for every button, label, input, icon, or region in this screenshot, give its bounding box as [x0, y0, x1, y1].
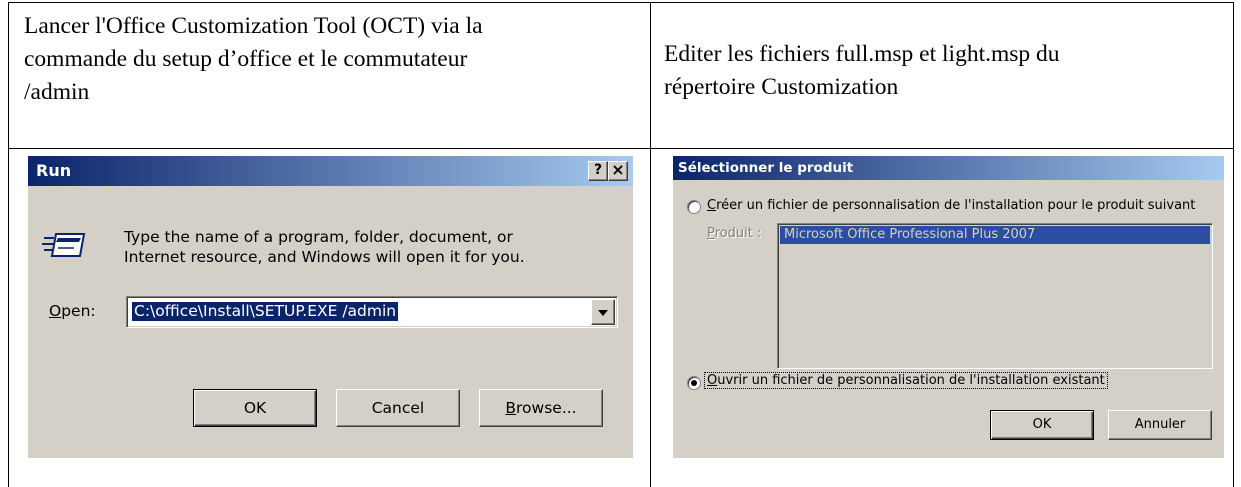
browse-button[interactable]: Browse...	[479, 389, 603, 427]
create-option-label[interactable]: Créer un fichier de personnalisation de …	[707, 198, 1195, 213]
open-label-text: uvrir un fichier de personnalisation de …	[717, 373, 1105, 388]
product-list-item-label: Microsoft Office Professional Plus 2007	[784, 227, 1036, 242]
product-label-text: roduit :	[714, 226, 762, 241]
table-border-top	[8, 2, 1234, 3]
open-label-access-key: O	[49, 302, 62, 320]
product-listbox[interactable]: Microsoft Office Professional Plus 2007	[777, 223, 1213, 369]
close-button[interactable]: ×	[608, 161, 628, 181]
instruction-line: Lancer l'Office Customization Tool (OCT)…	[24, 13, 483, 39]
cancel-button[interactable]: Cancel	[336, 389, 460, 427]
run-message-line: Internet resource, and Windows will open…	[124, 248, 525, 266]
instruction-line: /admin	[24, 79, 90, 105]
product-label: Produit :	[707, 226, 761, 241]
create-access-key: C	[707, 198, 717, 213]
product-access-key: P	[707, 226, 715, 241]
table-border-center	[650, 2, 651, 487]
open-label: Open:	[49, 302, 96, 320]
open-combobox[interactable]: C:\office\Install\SETUP.EXE /admin	[126, 296, 618, 328]
instruction-edit-msp: Editer les fichiers full.msp et light.ms…	[664, 38, 1060, 104]
browse-access-key: B	[505, 399, 517, 417]
browse-button-label: Browse...	[480, 390, 602, 426]
table-border-middle	[8, 148, 1234, 149]
create-label-text: réer un fichier de personnalisation de l…	[716, 198, 1196, 213]
instruction-launch-oct: Lancer l'Office Customization Tool (OCT)…	[24, 10, 483, 109]
product-cancel-button[interactable]: Annuler	[1108, 410, 1212, 440]
instruction-line: commande du setup d’office et le commuta…	[24, 46, 468, 72]
help-button[interactable]: ?	[588, 161, 608, 181]
radio-selected-dot	[691, 380, 697, 386]
open-input[interactable]: C:\office\Install\SETUP.EXE /admin	[132, 302, 399, 321]
run-dialog: Run ? × Type the name of a program, fold…	[28, 156, 633, 458]
instruction-line: répertoire Customization	[664, 74, 899, 100]
ok-button[interactable]: OK	[193, 389, 317, 427]
cancel-button-label: Cancel	[371, 399, 425, 417]
dropdown-button[interactable]	[591, 299, 615, 325]
select-product-dialog: Sélectionner le produit Créer un fichier…	[673, 156, 1224, 458]
product-cancel-label: Annuler	[1134, 417, 1186, 432]
close-icon: ×	[611, 160, 625, 179]
open-label-text: pen:	[61, 302, 96, 320]
product-titlebar[interactable]: Sélectionner le produit	[673, 156, 1224, 180]
create-option-radio[interactable]	[687, 200, 701, 214]
run-message-line: Type the name of a program, folder, docu…	[124, 228, 513, 246]
document-page: Lancer l'Office Customization Tool (OCT)…	[0, 0, 1241, 487]
product-ok-label: OK	[1032, 417, 1052, 432]
run-title: Run	[36, 161, 72, 180]
instruction-line: Editer les fichiers full.msp et light.ms…	[664, 41, 1060, 67]
table-border-right	[1233, 2, 1234, 487]
product-list-item[interactable]: Microsoft Office Professional Plus 2007	[780, 226, 1210, 244]
open-option-label[interactable]: Ouvrir un fichier de personnalisation de…	[704, 372, 1108, 389]
run-icon	[42, 228, 86, 262]
open-option-radio[interactable]	[687, 376, 701, 390]
product-ok-button[interactable]: OK	[990, 410, 1094, 440]
ok-button-label: OK	[243, 399, 267, 417]
product-title: Sélectionner le produit	[678, 160, 854, 176]
run-message: Type the name of a program, folder, docu…	[124, 227, 525, 267]
table-border-left	[8, 2, 9, 487]
chevron-down-icon	[598, 310, 608, 316]
run-titlebar[interactable]: Run ? ×	[28, 156, 633, 186]
browse-label-text: rowse...	[516, 399, 577, 417]
open-access-key: O	[707, 373, 718, 388]
help-icon: ?	[593, 162, 603, 178]
